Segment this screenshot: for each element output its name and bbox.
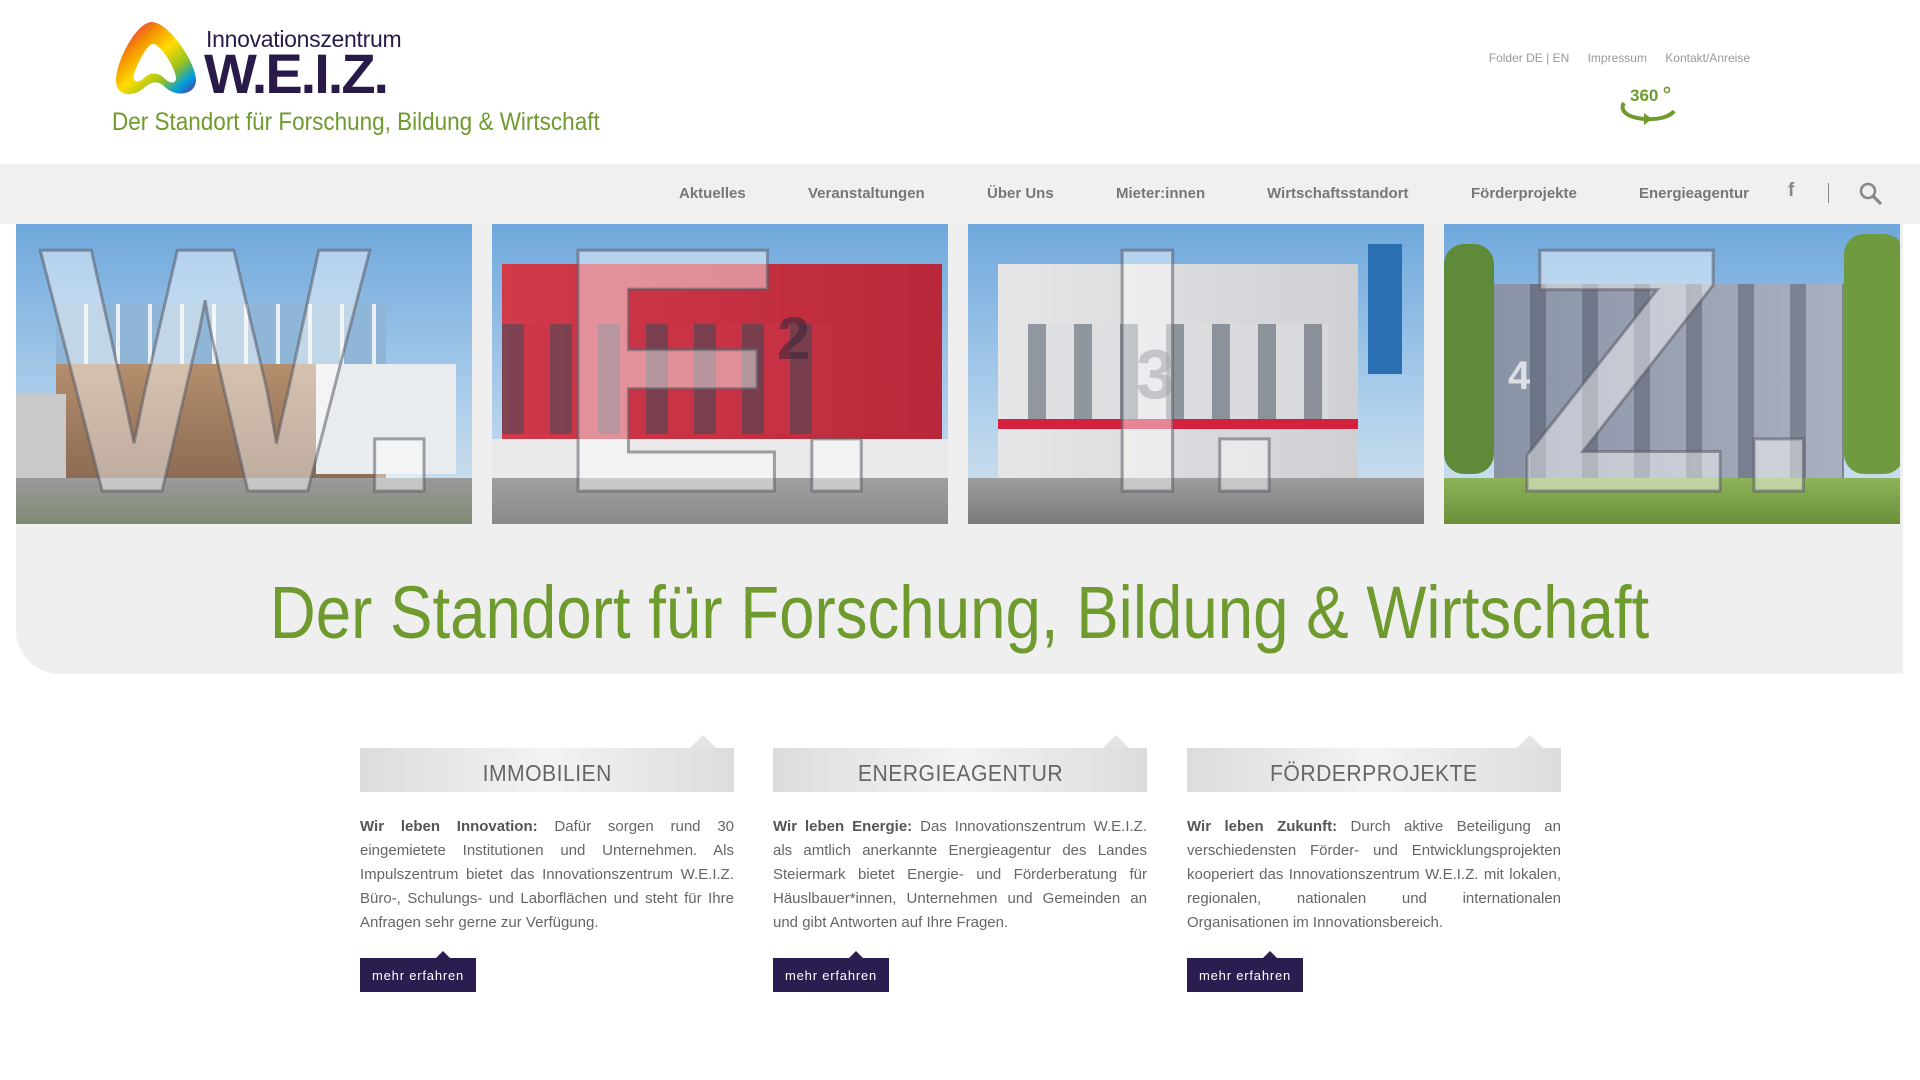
column-lead: Wir leben Zukunft: [1187,818,1338,835]
hero-letter-i: I. [1097,224,1294,524]
mehr-erfahren-button[interactable]: mehr erfahren [773,951,890,992]
column-text: Wir leben Innovation: Dafür sorgen rund … [360,815,734,935]
hero-photo-e: 2 E. [492,224,948,524]
nav-foerderprojekte[interactable]: Förderprojekte [1471,185,1577,202]
column-immobilien: IMMOBILIEN Wir leben Innovation: Dafür s… [360,735,734,992]
button-label: mehr erfahren [372,968,465,983]
facebook-icon[interactable]: f [1788,180,1794,202]
site-logo[interactable]: Innovationszentrum W.E.I.Z. Der Standort… [112,18,632,138]
site-header: Innovationszentrum W.E.I.Z. Der Standort… [0,0,1920,164]
hero-banner: W. 2 E. 3 I. 4 Z. Der Standort für Forsc… [16,224,1903,674]
hero-letter-z: Z. [1515,224,1829,524]
hero-photo-w: W. [16,224,472,524]
button-label: mehr erfahren [1199,968,1292,983]
nav-mieter-innen[interactable]: Mieter:innen [1116,185,1205,202]
button-label: mehr erfahren [785,968,878,983]
nav-energieagentur[interactable]: Energieagentur [1639,185,1749,202]
search-icon[interactable] [1858,181,1882,205]
hero-title: Der Standort für Forschung, Bildung & Wi… [269,571,1650,654]
weiz-logo-icon [116,22,196,95]
nav-ueber-uns[interactable]: Über Uns [987,185,1054,202]
column-title: IMMOBILIEN [482,760,612,786]
hero-photo-i: 3 I. [968,224,1424,524]
nav-veranstaltungen[interactable]: Veranstaltungen [808,185,925,202]
logo-tagline: Der Standort für Forschung, Bildung & Wi… [112,108,600,136]
hero-letter-w: W. [38,224,449,524]
nav-divider [1828,183,1829,203]
column-header: ENERGIEAGENTUR [773,735,1147,792]
column-title: ENERGIEAGENTUR [857,760,1063,786]
column-foerderprojekte: FÖRDERPROJEKTE Wir leben Zukunft: Durch … [1187,735,1561,992]
hero-letter-e: E. [553,224,887,524]
main-nav: Aktuelles Veranstaltungen Über Uns Miete… [0,164,1920,224]
logo-wordmark: W.E.I.Z. [204,42,389,105]
svg-text:360: 360 [1630,86,1658,105]
mehr-erfahren-button[interactable]: mehr erfahren [1187,951,1304,992]
column-energieagentur: ENERGIEAGENTUR Wir leben Energie: Das In… [773,735,1147,992]
column-header: IMMOBILIEN [360,735,734,792]
column-title: FÖRDERPROJEKTE [1270,760,1478,786]
hero-photo-z: 4 Z. [1444,224,1900,524]
column-text: Wir leben Zukunft: Durch aktive Beteilig… [1187,815,1561,935]
kontakt-link[interactable]: Kontakt/Anreise [1665,51,1750,65]
column-text: Wir leben Energie: Das Innovationszentru… [773,815,1147,935]
folder-link[interactable]: Folder DE | EN [1489,51,1569,65]
column-lead: Wir leben Innovation: [360,818,538,835]
meta-links: Folder DE | EN Impressum Kontakt/Anreise [1474,51,1750,65]
nav-aktuelles[interactable]: Aktuelles [679,185,746,202]
column-header: FÖRDERPROJEKTE [1187,735,1561,792]
nav-wirtschaftsstandort[interactable]: Wirtschaftsstandort [1267,185,1409,202]
360-tour-icon[interactable]: 360 [1618,85,1680,125]
impressum-link[interactable]: Impressum [1588,51,1647,65]
mehr-erfahren-button[interactable]: mehr erfahren [360,951,477,992]
column-lead: Wir leben Energie: [773,818,913,835]
